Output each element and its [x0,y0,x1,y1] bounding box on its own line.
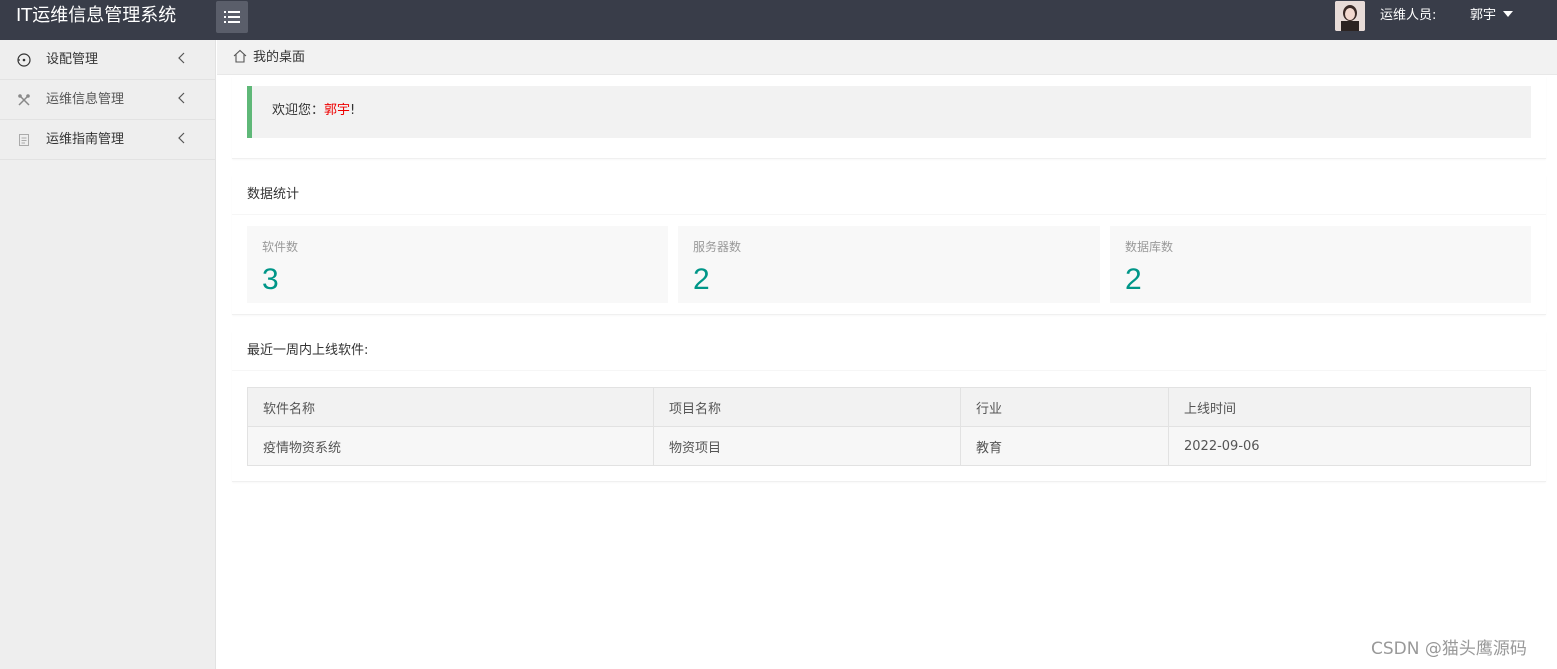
user-role-label: 运维人员: [1380,8,1437,23]
stat-software-count[interactable]: 软件数 3 [247,226,668,303]
column-header: 上线时间 [1168,387,1531,427]
column-header: 软件名称 [247,387,654,427]
avatar[interactable] [1335,1,1365,31]
stat-database-count[interactable]: 数据库数 2 [1110,226,1531,303]
recent-software-card: 最近一周内上线软件: 软件名称 项目名称 行业 上线时间 疫情物资系统 物资项目… [232,331,1546,482]
welcome-suffix: ! [350,103,356,118]
welcome-card: 欢迎您：郭宇! [232,76,1546,159]
hamburger-icon [224,11,240,23]
table-cell: 疫情物资系统 [247,426,654,466]
card-header: 数据统计 [232,175,1546,215]
sidebar-item-ops-info[interactable]: 运维信息管理 [0,80,215,120]
welcome-text: 欢迎您：郭宇! [272,102,355,120]
stat-value: 2 [1125,263,1142,296]
stat-value: 2 [693,263,710,296]
stats-card: 数据统计 软件数 3 服务器数 2 数据库数 2 [232,175,1546,315]
tab-my-desktop[interactable]: 我的桌面 [253,49,305,66]
app-title: IT运维信息管理系统 [16,5,177,26]
home-icon [233,49,247,63]
menu-toggle-button[interactable] [216,1,248,33]
sidebar-item-label: 运维信息管理 [46,92,125,107]
gauge-icon [17,53,31,67]
sidebar-item-label: 设配管理 [46,52,99,67]
column-header: 项目名称 [653,387,961,427]
welcome-user-name: 郭宇 [324,103,351,118]
sidebar-item-device-management[interactable]: 设配管理 [0,40,215,80]
user-menu[interactable]: 郭宇 [1470,7,1496,25]
tools-icon [18,94,30,106]
recent-title: 最近一周内上线软件: [247,343,369,358]
table-cell: 物资项目 [653,426,961,466]
sidebar: 设配管理 运维信息管理 运维指南管理 [0,40,216,669]
breadcrumb: 我的桌面 [217,40,1557,75]
watermark: CSDN @猫头鹰源码 [1371,639,1527,659]
document-icon [19,134,29,146]
stat-server-count[interactable]: 服务器数 2 [678,226,1100,303]
table-row[interactable]: 疫情物资系统 物资项目 教育 2022-09-06 [247,426,1531,466]
sidebar-item-label: 运维指南管理 [46,132,125,147]
chevron-left-icon [178,52,185,64]
top-header: IT运维信息管理系统 运维人员: 郭宇 [0,0,1557,40]
table-cell: 教育 [960,426,1169,466]
chevron-left-icon [178,92,185,104]
stat-label: 数据库数 [1125,240,1174,254]
stat-label: 服务器数 [693,240,742,254]
chevron-left-icon [178,132,185,144]
stat-label: 软件数 [262,240,299,254]
recent-software-table: 软件名称 项目名称 行业 上线时间 疫情物资系统 物资项目 教育 2022-09… [247,387,1531,466]
column-header: 行业 [960,387,1169,427]
welcome-prefix: 欢迎您： [272,103,325,118]
caret-down-icon[interactable] [1503,11,1513,17]
stat-value: 3 [262,263,279,296]
card-header: 最近一周内上线软件: [232,331,1546,371]
sidebar-item-ops-guide[interactable]: 运维指南管理 [0,120,215,160]
welcome-banner: 欢迎您：郭宇! [247,86,1531,138]
stats-title: 数据统计 [247,187,300,202]
table-header-row: 软件名称 项目名称 行业 上线时间 [247,387,1531,427]
table-cell: 2022-09-06 [1168,426,1531,466]
